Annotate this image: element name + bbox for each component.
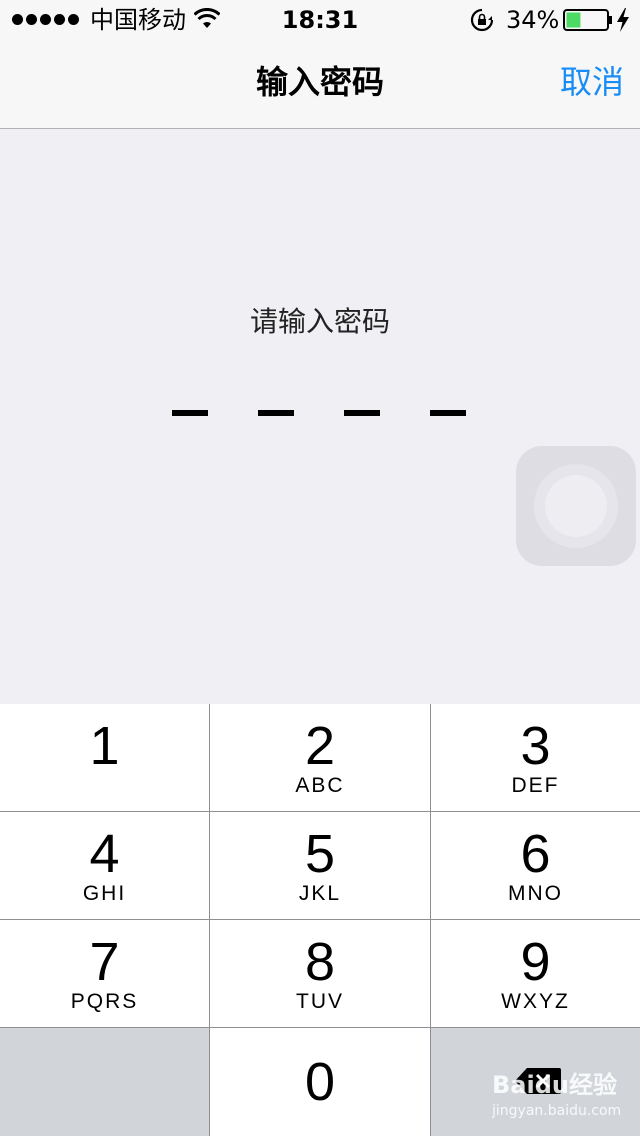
- key-letters: TUV: [296, 990, 344, 1013]
- key-2[interactable]: 2 ABC: [210, 704, 430, 811]
- passcode-digit-slot: [430, 410, 466, 416]
- key-digit: 4: [89, 824, 120, 884]
- passcode-digit-slot: [258, 410, 294, 416]
- charging-bolt-icon: [617, 8, 629, 32]
- key-digit: 8: [304, 932, 336, 992]
- key-digit: 1: [89, 716, 120, 776]
- battery-percentage: 34%: [506, 6, 560, 34]
- passcode-digit-slot: [344, 410, 380, 416]
- key-5[interactable]: 5 JKL: [210, 812, 430, 919]
- key-3[interactable]: 3 DEF: [431, 704, 640, 811]
- key-letters: MNO: [508, 882, 563, 905]
- key-letters: DEF: [511, 774, 560, 797]
- key-letters: WXYZ: [501, 990, 570, 1013]
- key-digit: 9: [520, 932, 551, 992]
- key-7[interactable]: 7 PQRS: [0, 920, 209, 1027]
- key-digit: 5: [304, 824, 336, 884]
- key-8[interactable]: 8 TUV: [210, 920, 430, 1027]
- key-0[interactable]: 0: [210, 1028, 430, 1136]
- key-digit: 6: [520, 824, 551, 884]
- key-digit: 7: [89, 932, 120, 992]
- key-1[interactable]: 1: [0, 704, 209, 811]
- passcode-digit-slot: [172, 410, 208, 416]
- key-digit: 0: [304, 1052, 336, 1112]
- cancel-button[interactable]: 取消: [560, 62, 624, 102]
- key-4[interactable]: 4 GHI: [0, 812, 209, 919]
- delete-backspace-icon: [515, 1068, 561, 1094]
- assistive-touch-button[interactable]: [516, 446, 636, 566]
- passcode-prompt: 请输入密码: [249, 305, 390, 338]
- assistive-touch-center: [545, 475, 607, 537]
- key-digit: 2: [304, 716, 336, 776]
- battery-icon: [563, 9, 612, 31]
- key-digit: 3: [520, 716, 551, 776]
- key-letters: GHI: [82, 882, 127, 905]
- key-letters: ABC: [295, 774, 345, 797]
- key-letters: JKL: [298, 882, 342, 905]
- empty-key: [0, 1028, 209, 1136]
- key-9[interactable]: 9 WXYZ: [431, 920, 640, 1027]
- page-title: 输入密码: [255, 63, 384, 101]
- status-bar: 中国移动 18:31 34%: [0, 0, 640, 40]
- rotation-lock-icon: [470, 8, 494, 32]
- navigation-bar: 输入密码 取消: [0, 40, 640, 129]
- key-letters: PQRS: [70, 990, 139, 1013]
- key-6[interactable]: 6 MNO: [431, 812, 640, 919]
